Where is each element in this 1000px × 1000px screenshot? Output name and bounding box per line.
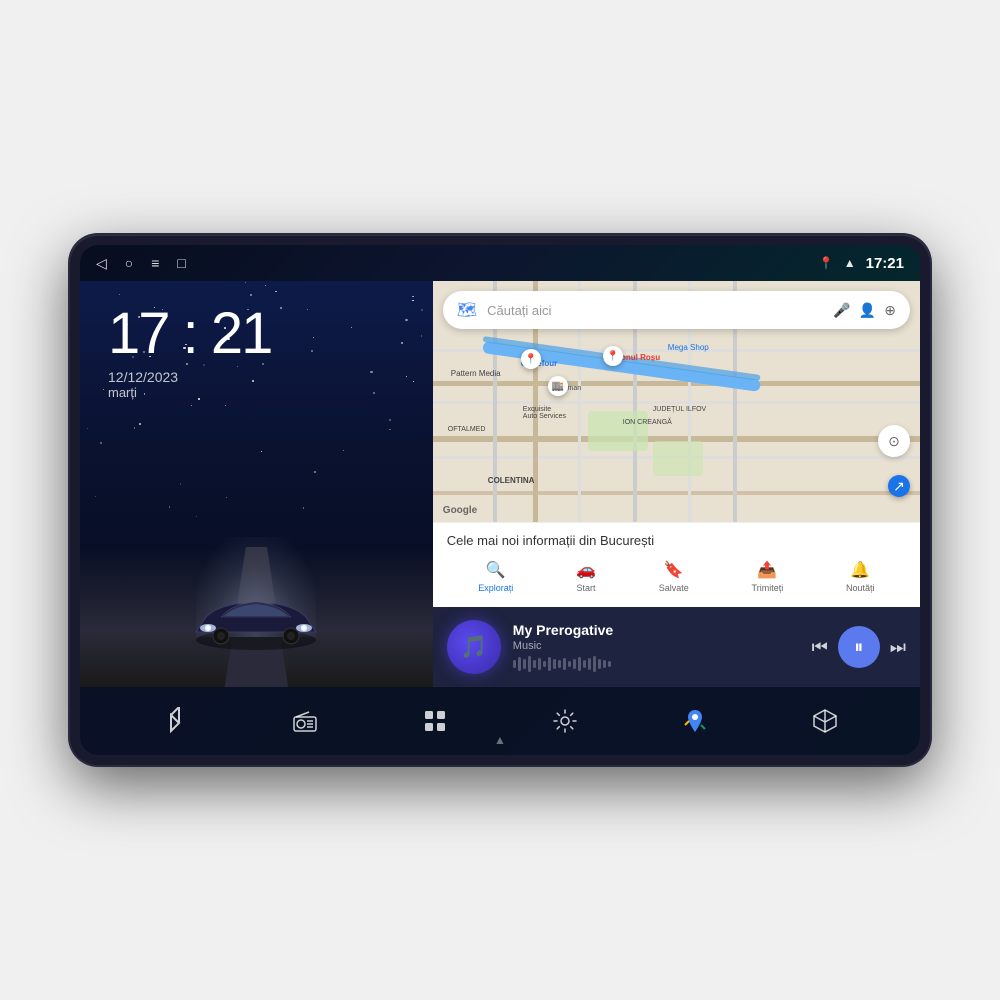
wave-bar-18 bbox=[598, 659, 601, 669]
nav-3dbox[interactable] bbox=[800, 696, 850, 746]
tab-salvate[interactable]: 🔖 Salvate bbox=[649, 556, 699, 597]
salvate-icon: 🔖 bbox=[664, 560, 684, 580]
wave-bar-11 bbox=[563, 658, 566, 670]
salvate-label: Salvate bbox=[659, 583, 689, 593]
wave-bar-1 bbox=[513, 660, 516, 668]
screen: ◁ ○ ≡ □ 📍 ▲ 17:21 17 : 21 12/12/2023 bbox=[80, 245, 920, 755]
map-layer-toggle[interactable]: ⊙ bbox=[878, 425, 910, 457]
clock-time: 17 : 21 bbox=[108, 305, 413, 363]
menu-button[interactable]: ≡ bbox=[151, 255, 159, 271]
bottom-nav: ▲ bbox=[80, 687, 920, 755]
carrefour-pin: 📍 bbox=[521, 349, 541, 369]
next-button[interactable]: ⏭ bbox=[890, 637, 906, 658]
wave-bar-3 bbox=[523, 659, 526, 669]
wave-bar-20 bbox=[608, 661, 611, 667]
wave-bar-8 bbox=[548, 657, 551, 671]
search-right-icons: 🎤 👤 ⊕ bbox=[833, 302, 896, 319]
tab-start[interactable]: 🚗 Start bbox=[566, 556, 606, 597]
music-subtitle: Music bbox=[513, 640, 800, 652]
trimiteți-icon: 📤 bbox=[757, 560, 777, 580]
music-controls: ⏮ ⏸ ⏭ bbox=[812, 626, 906, 668]
search-placeholder-text: Căutați aici bbox=[487, 303, 823, 318]
status-bar: ◁ ○ ≡ □ 📍 ▲ 17:21 bbox=[80, 245, 920, 281]
nav-apps[interactable] bbox=[410, 696, 460, 746]
wave-bar-5 bbox=[533, 660, 536, 668]
info-panel: Cele mai noi informații din București 🔍 … bbox=[433, 522, 920, 607]
wave-bar-19 bbox=[603, 660, 606, 668]
right-panel: Pattern Media Carrefour Dragonul Roșu Me… bbox=[433, 281, 920, 687]
tab-explorați[interactable]: 🔍 Explorați bbox=[468, 556, 523, 597]
map-label-oftalmed: OFTALMED bbox=[448, 426, 486, 433]
status-indicators: 📍 ▲ 17:21 bbox=[819, 255, 904, 272]
tab-noutăți[interactable]: 🔔 Noutăți bbox=[836, 556, 885, 597]
car-section bbox=[80, 410, 433, 687]
prev-button[interactable]: ⏮ bbox=[812, 637, 828, 658]
wifi-icon: ▲ bbox=[844, 256, 856, 270]
album-art: 🎵 bbox=[447, 620, 501, 674]
wave-bar-7 bbox=[543, 661, 546, 667]
car-infotainment-device: ◁ ○ ≡ □ 📍 ▲ 17:21 17 : 21 12/12/2023 bbox=[70, 235, 930, 765]
map-section[interactable]: Pattern Media Carrefour Dragonul Roșu Me… bbox=[433, 281, 920, 522]
start-icon: 🚗 bbox=[576, 560, 596, 580]
left-panel: 17 : 21 12/12/2023 marți bbox=[80, 281, 433, 687]
clock-section: 17 : 21 12/12/2023 marți bbox=[80, 281, 433, 410]
wave-bar-10 bbox=[558, 660, 561, 668]
map-nav-tabs: 🔍 Explorați 🚗 Start 🔖 Salvate 📤 bbox=[447, 556, 906, 597]
info-text: Cele mai noi informații din București bbox=[447, 533, 906, 548]
wave-bar-16 bbox=[588, 658, 591, 670]
wave-bar-15 bbox=[583, 660, 586, 668]
music-player: 🎵 My Prerogative Music bbox=[433, 607, 920, 687]
map-search-bar[interactable]: 🗺 Căutați aici 🎤 👤 ⊕ bbox=[443, 291, 910, 329]
wave-bar-12 bbox=[568, 661, 571, 667]
home-button[interactable]: ○ bbox=[125, 255, 133, 271]
car-image bbox=[186, 592, 326, 657]
map-label-mega: Mega Shop bbox=[668, 343, 709, 352]
maps-search-icon: 🗺 bbox=[457, 300, 477, 320]
wave-bar-6 bbox=[538, 658, 541, 670]
main-content: 17 : 21 12/12/2023 marți bbox=[80, 281, 920, 687]
tab-trimiteți[interactable]: 📤 Trimiteți bbox=[742, 556, 794, 597]
dedeman-pin: 🏬 bbox=[548, 376, 568, 396]
map-recenter-button[interactable]: ↗ bbox=[888, 475, 910, 497]
map-label-ion: ION CREANGĂ bbox=[623, 419, 672, 426]
nav-bluetooth[interactable] bbox=[150, 696, 200, 746]
map-label-judet: JUDEȚUL ILFOV bbox=[653, 406, 706, 413]
nav-radio[interactable] bbox=[280, 696, 330, 746]
wave-bar-4 bbox=[528, 656, 531, 672]
back-button[interactable]: ◁ bbox=[96, 255, 107, 272]
wave-bar-13 bbox=[573, 659, 576, 669]
location-icon: 📍 bbox=[819, 256, 834, 270]
mic-icon[interactable]: 🎤 bbox=[833, 302, 850, 319]
layers-icon[interactable]: ⊕ bbox=[884, 302, 896, 319]
trimiteți-label: Trimiteți bbox=[752, 583, 784, 593]
dragon-pin: 📍 bbox=[603, 346, 623, 366]
wave-bar-2 bbox=[518, 657, 521, 671]
map-label-colentina: COLENTINA bbox=[488, 476, 535, 485]
clock-day: marți bbox=[108, 385, 413, 400]
nav-buttons: ◁ ○ ≡ □ bbox=[96, 255, 186, 272]
waveform bbox=[513, 656, 800, 672]
wave-bar-17 bbox=[593, 656, 596, 672]
music-title: My Prerogative bbox=[513, 622, 800, 638]
bottom-chevron: ▲ bbox=[494, 733, 506, 747]
nav-settings[interactable] bbox=[540, 696, 590, 746]
clock-date: 12/12/2023 bbox=[108, 369, 413, 385]
play-pause-button[interactable]: ⏸ bbox=[838, 626, 880, 668]
account-icon[interactable]: 👤 bbox=[859, 302, 876, 319]
recents-button[interactable]: □ bbox=[177, 255, 185, 271]
noutăți-icon: 🔔 bbox=[850, 560, 870, 580]
explorați-icon: 🔍 bbox=[486, 560, 506, 580]
map-label-exquisite: ExquisiteAuto Services bbox=[523, 406, 566, 420]
music-info: My Prerogative Music bbox=[513, 622, 800, 672]
noutăți-label: Noutăți bbox=[846, 583, 875, 593]
explorați-label: Explorați bbox=[478, 583, 513, 593]
google-logo: Google bbox=[443, 505, 477, 516]
start-label: Start bbox=[576, 583, 595, 593]
nav-maps[interactable] bbox=[670, 696, 720, 746]
map-label-pattern: Pattern Media bbox=[451, 369, 501, 378]
status-time: 17:21 bbox=[866, 255, 904, 272]
wave-bar-14 bbox=[578, 657, 581, 671]
wave-bar-9 bbox=[553, 659, 556, 669]
